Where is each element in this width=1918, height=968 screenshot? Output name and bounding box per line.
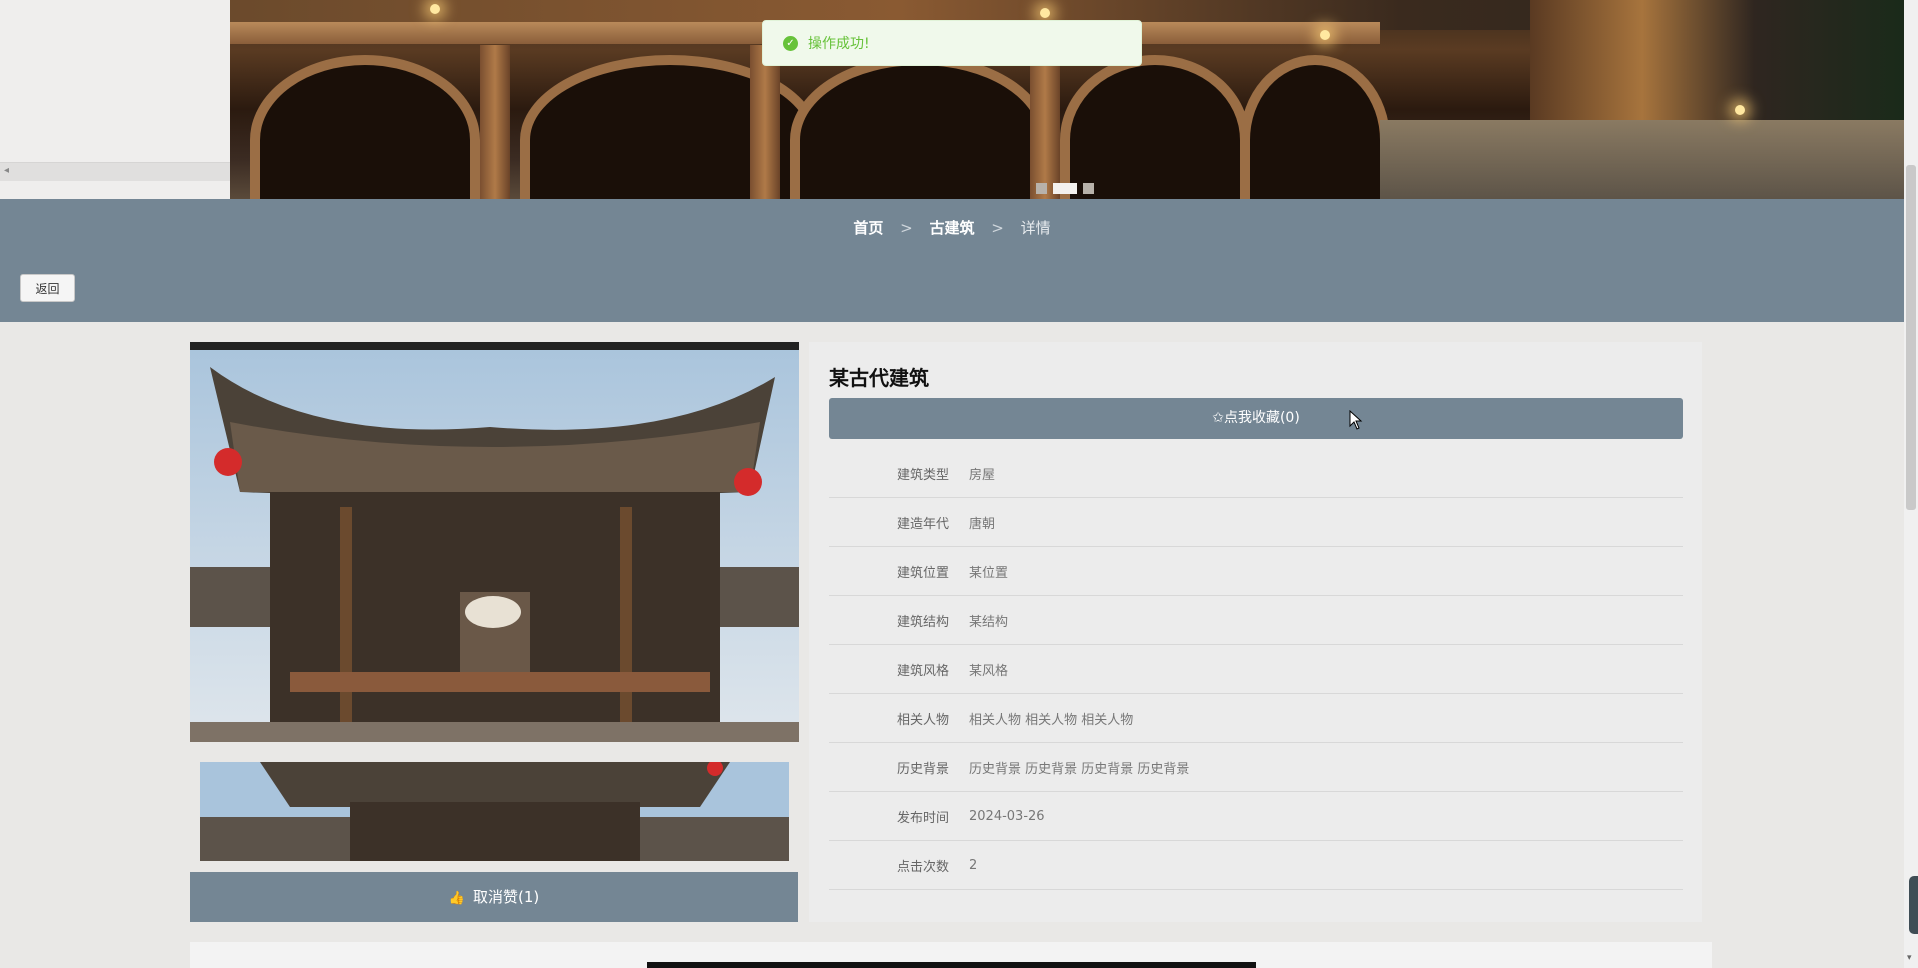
- field-value: 2: [969, 857, 978, 873]
- field-label: 历史背景: [896, 761, 949, 777]
- field-value: 某结构: [969, 614, 1009, 630]
- horizontal-scrollbar[interactable]: ◂: [0, 162, 230, 181]
- breadcrumb-current: 详情: [1020, 219, 1051, 237]
- street-light: [1735, 105, 1745, 115]
- field-label: 点击次数: [896, 859, 949, 875]
- scrollbar-thumb[interactable]: [1906, 165, 1916, 510]
- check-circle-icon: ✓: [783, 35, 798, 51]
- detail-row: 建筑风格 某风格: [829, 645, 1683, 694]
- field-label: 建造年代: [896, 516, 949, 532]
- field-label: 相关人物: [896, 712, 949, 728]
- carousel-dot-active[interactable]: [1053, 183, 1077, 194]
- scroll-left-icon[interactable]: ◂: [4, 165, 9, 176]
- field-value: 相关人物 相关人物 相关人物: [969, 712, 1134, 728]
- back-button[interactable]: 返回: [20, 274, 75, 302]
- field-value: 唐朝: [969, 516, 996, 532]
- street-light: [1320, 30, 1330, 40]
- bridge-pillar: [750, 45, 780, 199]
- field-label: 建筑位置: [896, 565, 949, 581]
- breadcrumb-separator: >: [900, 219, 913, 237]
- field-value: 某风格: [969, 663, 1009, 679]
- breadcrumb-category[interactable]: 古建筑: [929, 219, 974, 237]
- detail-row: 历史背景 历史背景 历史背景 历史背景 历史背景: [829, 743, 1683, 792]
- scroll-down-icon[interactable]: ▾: [1907, 953, 1912, 963]
- success-toast: ✓ 操作成功!: [762, 20, 1142, 66]
- bridge-arch: [1060, 55, 1250, 199]
- toast-message: 操作成功!: [808, 36, 870, 52]
- breadcrumb: 首页 > 古建筑 > 详情: [0, 217, 1904, 238]
- detail-row: 建筑位置 某位置: [829, 547, 1683, 596]
- field-value: 某位置: [969, 565, 1009, 581]
- bridge-arch: [1240, 55, 1390, 199]
- bridge-arch: [790, 55, 1050, 199]
- detail-fields: 建筑类型 房屋 建造年代 唐朝 建筑位置 某位置 建筑结构 某结构 建筑风格 某风格 相关…: [829, 449, 1683, 890]
- detail-row: 发布时间 2024-03-26: [829, 792, 1683, 841]
- detail-row: 建筑类型 房屋: [829, 449, 1683, 498]
- favorite-button[interactable]: ✩点我收藏(0): [829, 398, 1683, 439]
- building-title: 某古代建筑: [829, 366, 929, 390]
- carousel-dot[interactable]: [1036, 183, 1047, 194]
- page-scrollbar[interactable]: ▾: [1904, 0, 1918, 968]
- field-value: 房屋: [969, 467, 996, 483]
- field-value: 历史背景 历史背景 历史背景 历史背景: [969, 761, 1190, 777]
- building-thumbnail[interactable]: [200, 762, 789, 861]
- side-float-widget[interactable]: [1909, 876, 1918, 934]
- carousel-indicators: [1036, 183, 1094, 194]
- building-main-image: [190, 342, 799, 742]
- field-value: 2024-03-26: [969, 808, 1045, 824]
- banner-buildings: [1530, 0, 1904, 120]
- unlike-button[interactable]: 👍 取消赞(1): [190, 872, 798, 922]
- street-light: [430, 4, 440, 14]
- thumbs-up-icon: 👍: [448, 891, 465, 906]
- breadcrumb-separator: >: [991, 219, 1004, 237]
- field-label: 发布时间: [896, 810, 949, 826]
- bottom-media-bar: [647, 962, 1256, 968]
- mouse-cursor-icon: [1349, 410, 1363, 430]
- detail-row: 建筑结构 某结构: [829, 596, 1683, 645]
- carousel-dot[interactable]: [1083, 183, 1094, 194]
- detail-row: 建造年代 唐朝: [829, 498, 1683, 547]
- bridge-pillar: [1030, 45, 1060, 199]
- field-label: 建筑结构: [896, 614, 949, 630]
- street-light: [1040, 8, 1050, 18]
- bridge-arch: [250, 55, 480, 199]
- field-label: 建筑风格: [896, 663, 949, 679]
- field-label: 建筑类型: [896, 467, 949, 483]
- bridge-pillar: [480, 45, 510, 199]
- breadcrumb-home[interactable]: 首页: [853, 219, 883, 237]
- detail-row: 相关人物 相关人物 相关人物 相关人物: [829, 694, 1683, 743]
- unlike-button-label: 取消赞(1): [472, 888, 540, 906]
- river-water: [1380, 120, 1904, 199]
- detail-row: 点击次数 2: [829, 841, 1683, 890]
